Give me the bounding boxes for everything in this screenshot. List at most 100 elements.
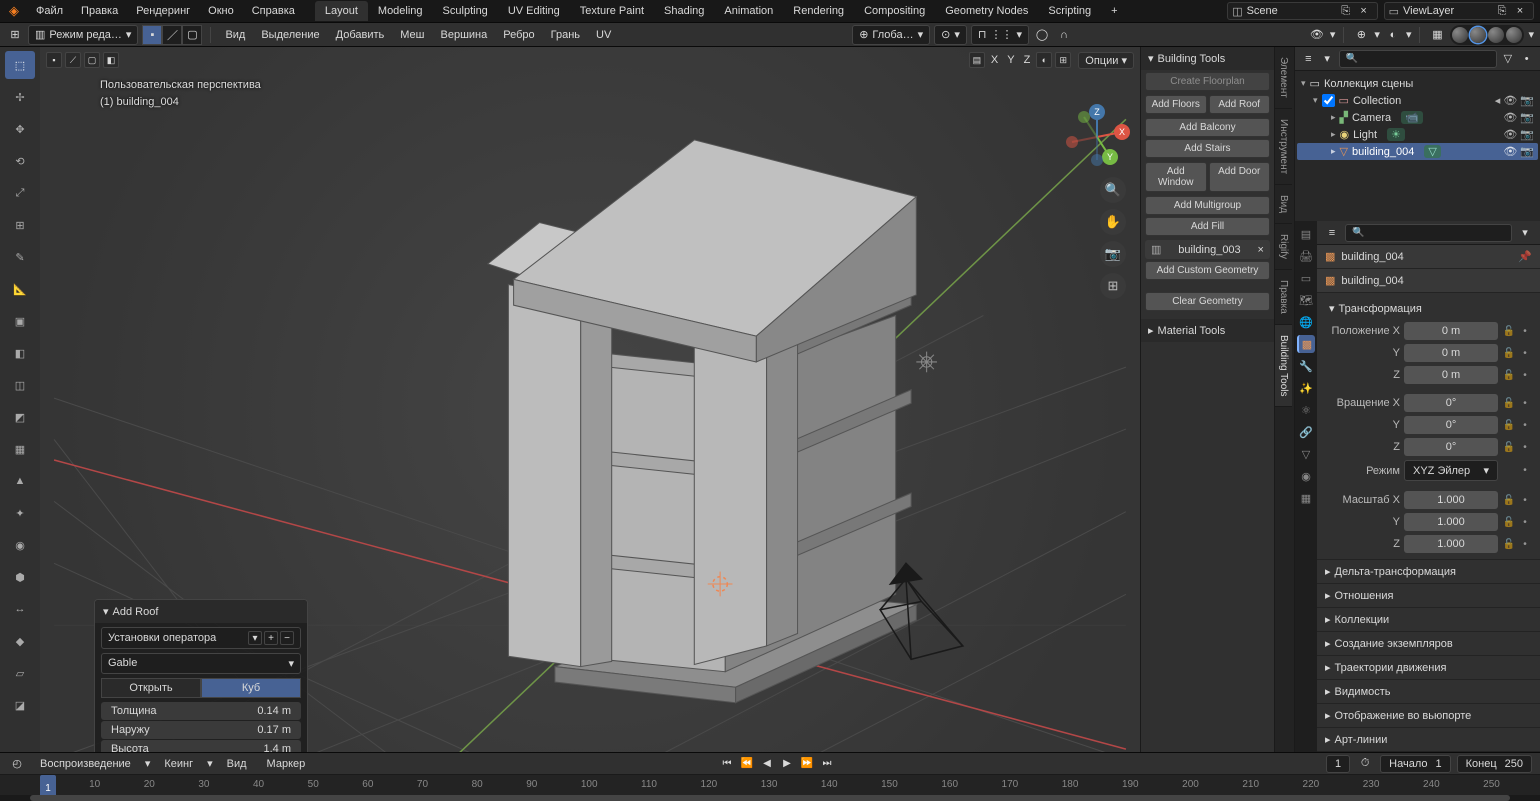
add-floors-button[interactable]: Add Floors <box>1145 95 1207 114</box>
vertex-select-icon[interactable]: ▪ <box>142 25 162 45</box>
solid-shading-icon[interactable] <box>1470 27 1486 43</box>
lock-icon[interactable]: 🔓 <box>1502 417 1516 433</box>
pos-z-field[interactable]: 0 m <box>1404 366 1498 384</box>
menu-window[interactable]: Окно <box>200 1 242 21</box>
prop-options-icon[interactable]: ▾ <box>1516 224 1534 242</box>
add-custom-geom-button[interactable]: Add Custom Geometry <box>1145 261 1270 280</box>
edge-select-icon[interactable]: ／ <box>162 25 182 45</box>
ptab-output-icon[interactable]: 🖨 <box>1297 247 1315 265</box>
render-icon[interactable]: 📷 <box>1520 94 1534 107</box>
wireframe-shading-icon[interactable] <box>1452 27 1468 43</box>
jump-start-icon[interactable]: ⏮ <box>718 756 736 772</box>
render-icon[interactable]: 📷 <box>1520 128 1534 141</box>
camera-nav-icon[interactable]: 📷 <box>1100 241 1126 267</box>
transform-tool-icon[interactable]: ⊞ <box>5 211 35 239</box>
scene-selector[interactable]: ◫ ⎘ × <box>1227 2 1377 20</box>
ptab-object-icon[interactable]: ▩ <box>1297 335 1315 353</box>
lock-icon[interactable]: 🔓 <box>1502 439 1516 455</box>
collection-node[interactable]: ▾▭Collection◂👁📷 <box>1297 92 1538 109</box>
layer-delete-icon[interactable]: × <box>1511 2 1529 20</box>
prop-thickness[interactable]: Толщина0.14 m <box>101 702 301 720</box>
snap-dropdown[interactable]: ⊓⋮⋮▾ <box>971 25 1029 45</box>
render-icon[interactable]: 📷 <box>1520 111 1534 124</box>
render-icon[interactable]: 📷 <box>1520 145 1534 158</box>
pivot-dropdown[interactable]: ⊙▾ <box>934 25 967 45</box>
view-menu[interactable]: Вид <box>219 27 251 43</box>
select-box-tool-icon[interactable]: ⬚ <box>5 51 35 79</box>
tab-compositing[interactable]: Compositing <box>854 1 935 21</box>
tab-add[interactable]: + <box>1101 1 1127 21</box>
ptab-texture-icon[interactable]: ▦ <box>1297 489 1315 507</box>
rot-z-field[interactable]: 0° <box>1404 438 1498 456</box>
matpreview-shading-icon[interactable] <box>1488 27 1504 43</box>
tab-modeling[interactable]: Modeling <box>368 1 433 21</box>
viewlayer-selector[interactable]: ▭ ⎘ × <box>1384 2 1534 20</box>
tab-rendering[interactable]: Rendering <box>783 1 854 21</box>
inset-tool-icon[interactable]: ◫ <box>5 371 35 399</box>
add-door-button[interactable]: Add Door <box>1209 162 1271 192</box>
prop-outset[interactable]: Наружу0.17 m <box>101 721 301 739</box>
lock-icon[interactable]: 🔓 <box>1502 367 1516 383</box>
rot-x-field[interactable]: 0° <box>1404 394 1498 412</box>
extrude-tool-icon[interactable]: ◧ <box>5 339 35 367</box>
add-multigroup-button[interactable]: Add Multigroup <box>1145 196 1270 215</box>
data-breadcrumb[interactable]: ▩building_004 <box>1317 269 1540 293</box>
scale-y-field[interactable]: 1.000 <box>1404 513 1498 531</box>
lock-icon[interactable]: 🔓 <box>1502 345 1516 361</box>
play-icon[interactable]: ▶ <box>778 756 796 772</box>
seg-open[interactable]: Открыть <box>101 678 201 698</box>
mode-dropdown[interactable]: ▥Режим реда…▾ <box>28 25 138 45</box>
tl-view-menu[interactable]: Вид <box>221 756 253 772</box>
ptab-constraints-icon[interactable]: 🔗 <box>1297 423 1315 441</box>
clear-geometry-button[interactable]: Clear Geometry <box>1145 292 1270 311</box>
outliner-editor-icon[interactable]: ≡ <box>1301 50 1316 68</box>
roof-type-dropdown[interactable]: Gable▾ <box>101 653 301 674</box>
building004-node[interactable]: ▸▽building_004▽👁📷 <box>1297 143 1538 160</box>
timeline-scrollbar[interactable] <box>30 795 1510 801</box>
tab-layout[interactable]: Layout <box>315 1 368 21</box>
op-panel-header[interactable]: ▾Add Roof <box>95 600 307 623</box>
tab-scripting[interactable]: Scripting <box>1038 1 1101 21</box>
eye-icon[interactable]: 👁 <box>1503 128 1517 141</box>
ortho-nav-icon[interactable]: ⊞ <box>1100 273 1126 299</box>
uv-menu[interactable]: UV <box>590 27 617 43</box>
edge-menu[interactable]: Ребро <box>497 27 540 43</box>
xray-toggle-icon[interactable]: ▦ <box>1428 26 1446 44</box>
lock-icon[interactable]: 🔓 <box>1502 514 1516 530</box>
vtab-element[interactable]: Элемент <box>1275 47 1292 109</box>
orientation-dropdown[interactable]: ⊕Глоба…▾ <box>852 25 930 45</box>
viewport-display-section[interactable]: ▸Отображение во вьюпорте <box>1317 703 1540 727</box>
timeline-editor-icon[interactable]: ◴ <box>8 755 26 773</box>
lock-icon[interactable]: 🔓 <box>1502 536 1516 552</box>
smooth-tool-icon[interactable]: ⬢ <box>5 563 35 591</box>
camera-node[interactable]: ▸▞Camera📹👁📷 <box>1297 109 1538 126</box>
outliner-new-coll-icon[interactable]: • <box>1519 50 1534 68</box>
preset-selector[interactable]: Установки оператора ▾+− <box>101 627 301 649</box>
mesh-menu[interactable]: Меш <box>394 27 430 43</box>
vertex-menu[interactable]: Вершина <box>435 27 494 43</box>
ptab-scene-icon[interactable]: 🗺 <box>1297 291 1315 309</box>
rotate-tool-icon[interactable]: ⟲ <box>5 147 35 175</box>
jump-end-icon[interactable]: ⏭ <box>818 756 836 772</box>
menu-render[interactable]: Рендеринг <box>128 1 198 21</box>
rot-y-field[interactable]: 0° <box>1404 416 1498 434</box>
add-stairs-button[interactable]: Add Stairs <box>1145 139 1270 158</box>
bevel-tool-icon[interactable]: ◩ <box>5 403 35 431</box>
vtab-rigify[interactable]: Rigify <box>1275 224 1292 270</box>
pos-y-field[interactable]: 0 m <box>1404 344 1498 362</box>
ptab-material-icon[interactable]: ◉ <box>1297 467 1315 485</box>
clear-tag-icon[interactable]: × <box>1258 244 1264 256</box>
keyframe-prev-icon[interactable]: ⏪ <box>738 756 756 772</box>
lock-icon[interactable]: 🔓 <box>1502 492 1516 508</box>
ptab-world-icon[interactable]: 🌐 <box>1297 313 1315 331</box>
preset-add-icon[interactable]: + <box>264 631 278 645</box>
properties-search[interactable] <box>1345 224 1512 242</box>
keying-menu[interactable]: Кеинг <box>158 756 199 772</box>
add-window-button[interactable]: Add Window <box>1145 162 1207 192</box>
zoom-nav-icon[interactable]: 🔍 <box>1100 177 1126 203</box>
outliner-filter-icon[interactable]: ▽ <box>1501 50 1516 68</box>
create-floorplan-button[interactable]: Create Floorplan <box>1145 72 1270 91</box>
layer-new-icon[interactable]: ⎘ <box>1493 2 1511 20</box>
add-balcony-button[interactable]: Add Balcony <box>1145 118 1270 137</box>
eye-icon[interactable]: 👁 <box>1503 94 1517 107</box>
